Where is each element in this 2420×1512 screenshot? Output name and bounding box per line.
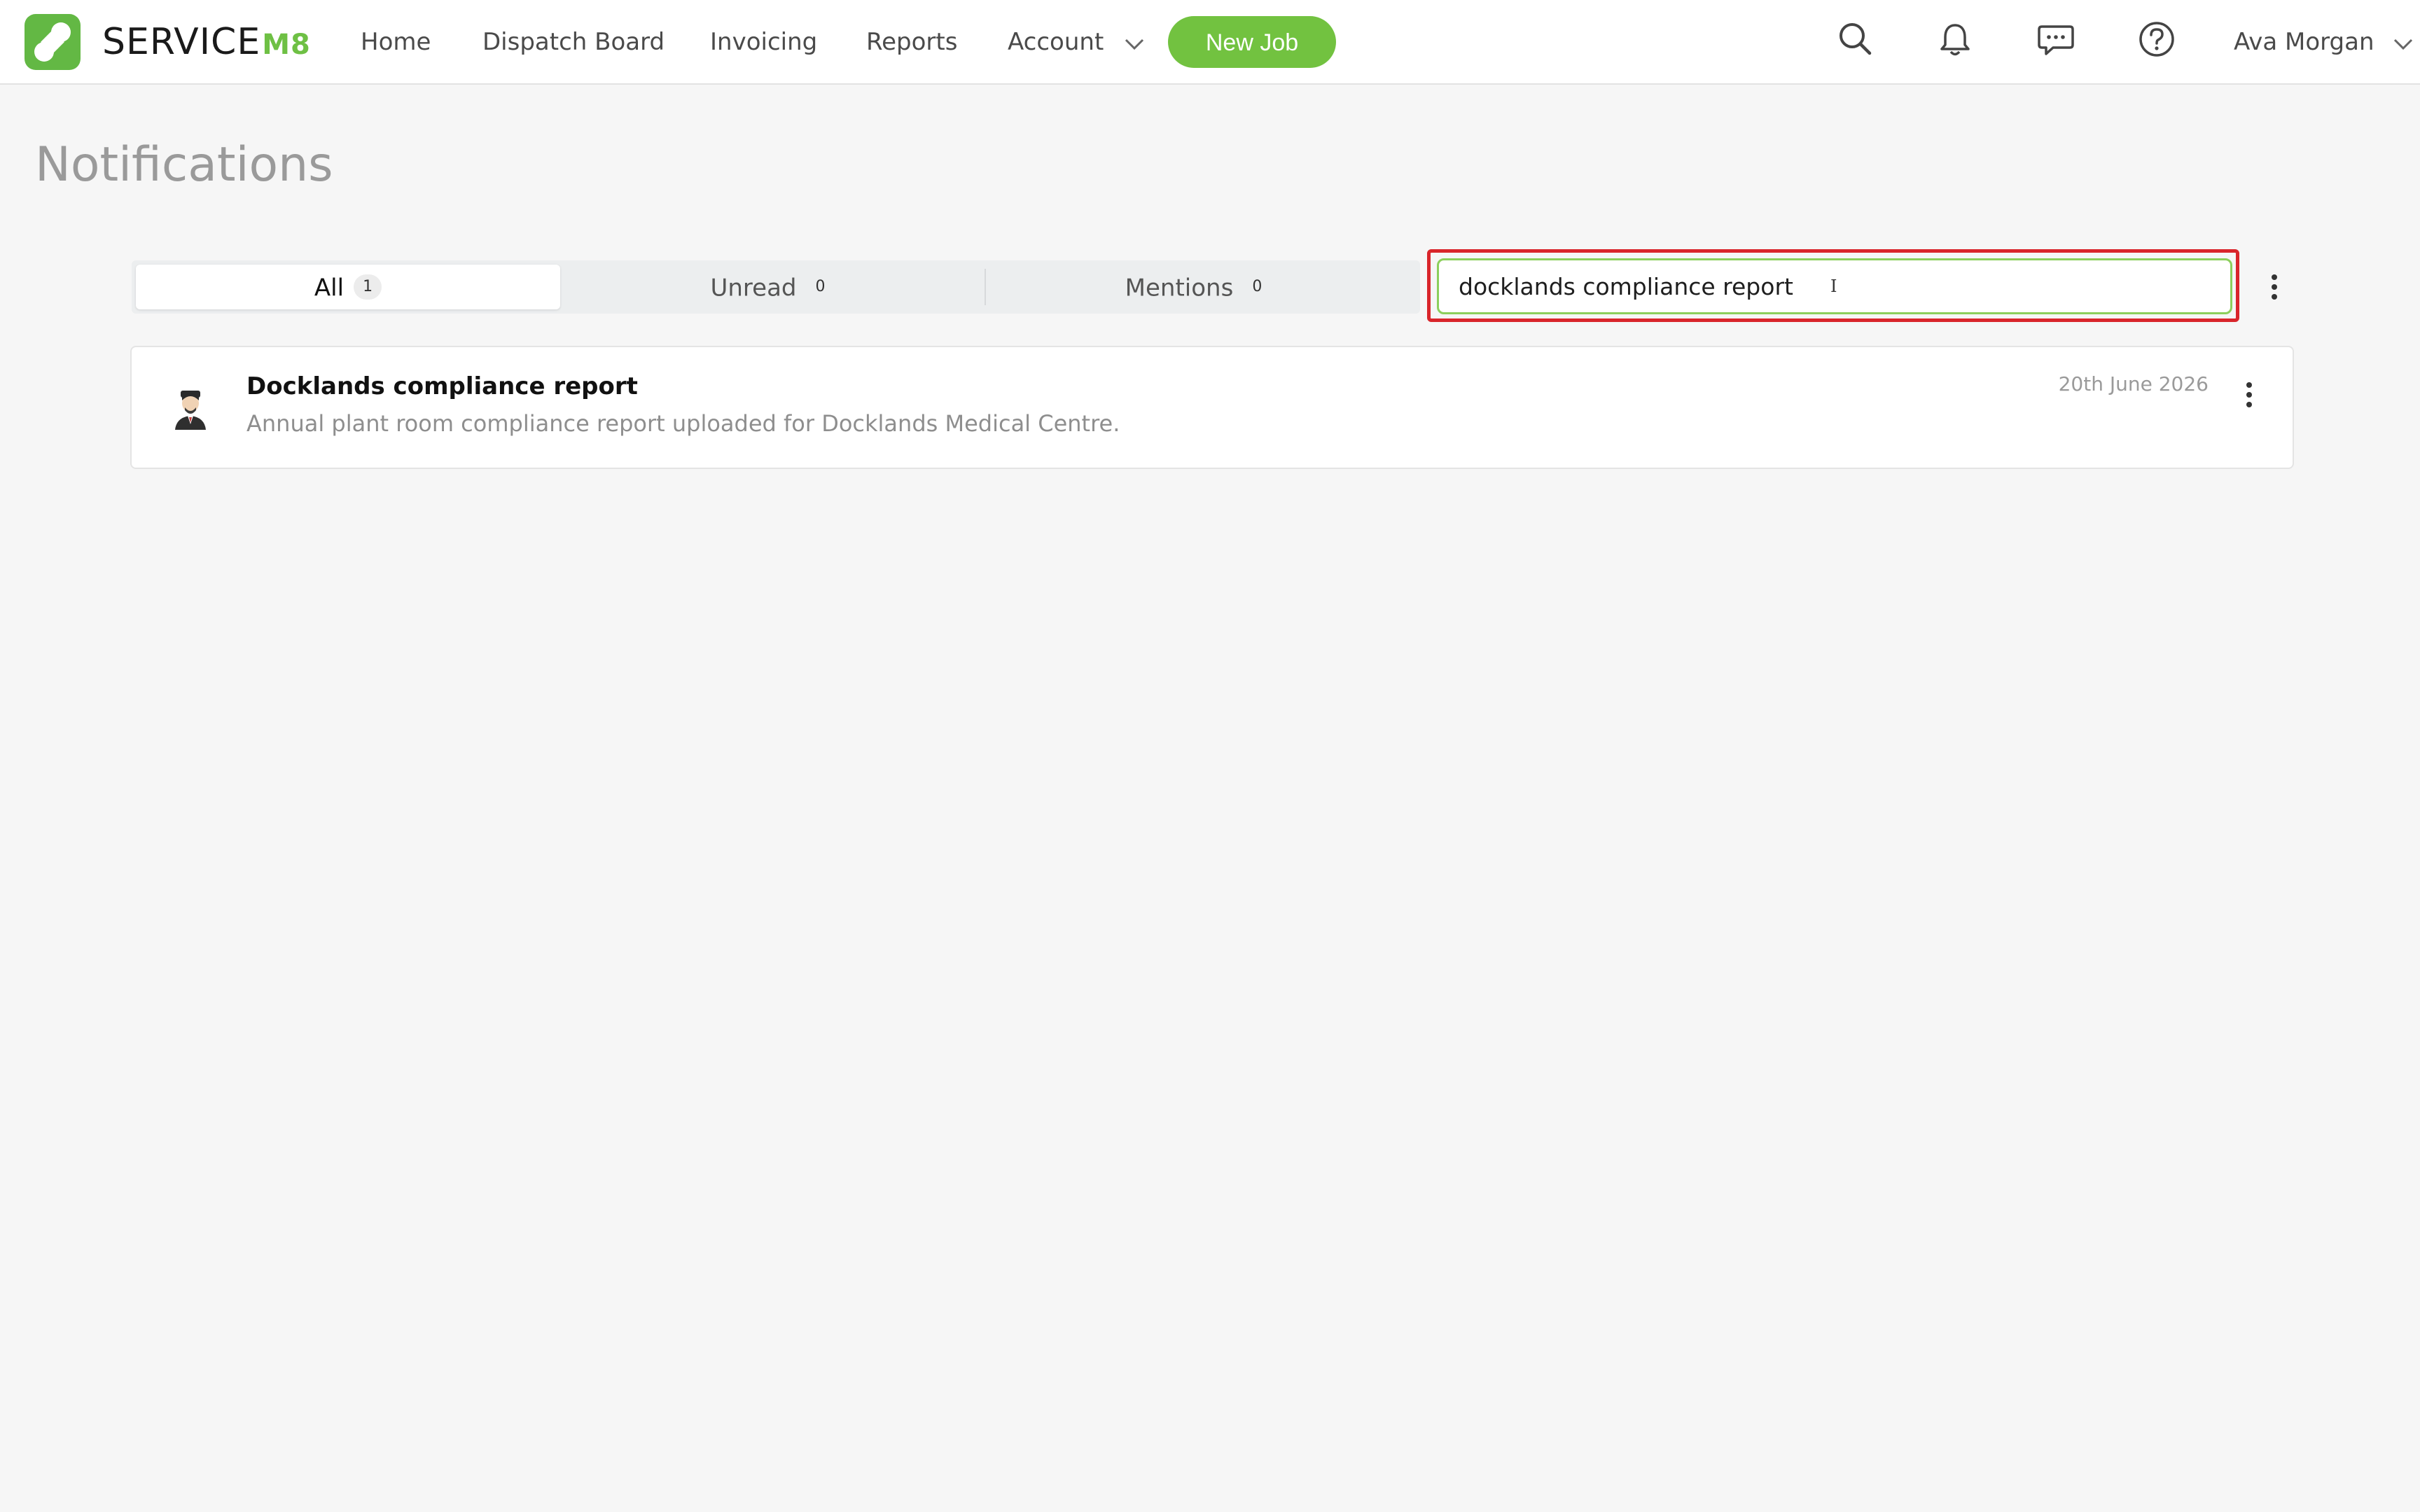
- page-title: Notifications: [35, 137, 333, 192]
- tab-label: All: [314, 274, 345, 302]
- tab-all[interactable]: All 1: [136, 265, 560, 309]
- tab-unread[interactable]: Unread 0: [560, 265, 985, 309]
- user-menu[interactable]: Ava Morgan: [2234, 21, 2414, 63]
- count-badge: 0: [1252, 277, 1263, 295]
- tab-label: Mentions: [1125, 274, 1234, 302]
- more-options-icon[interactable]: [2263, 267, 2286, 307]
- servicem8-logo-icon[interactable]: [25, 14, 81, 70]
- nav-account-menu[interactable]: Account: [1008, 21, 1145, 63]
- nav-home[interactable]: Home: [361, 21, 431, 63]
- notification-filter-tabs: All 1 Unread 0 Mentions 0: [132, 260, 1420, 314]
- help-icon[interactable]: [2136, 18, 2178, 60]
- notification-body: Annual plant room compliance report uplo…: [246, 410, 1120, 437]
- text-cursor-icon: I: [1830, 276, 1837, 296]
- new-job-button[interactable]: New Job: [1168, 16, 1336, 68]
- top-navigation-bar: SERVICEM8 Home Dispatch Board Invoicing …: [0, 0, 2420, 85]
- nav-dispatch-board[interactable]: Dispatch Board: [482, 21, 665, 63]
- nav-account-label: Account: [1008, 28, 1104, 56]
- nav-invoicing[interactable]: Invoicing: [710, 21, 817, 63]
- notification-item[interactable]: Docklands compliance report Annual plant…: [130, 346, 2294, 469]
- chevron-down-icon: [2393, 22, 2414, 64]
- chevron-down-icon: [1124, 22, 1145, 64]
- logo-wordmark: SERVICE: [102, 21, 261, 63]
- count-badge: 0: [815, 277, 826, 295]
- tab-mentions[interactable]: Mentions 0: [986, 265, 1410, 309]
- user-name: Ava Morgan: [2234, 28, 2374, 56]
- servicem8-logo-text: SERVICEM8: [102, 21, 311, 63]
- notification-title: Docklands compliance report: [246, 372, 638, 400]
- tab-label: Unread: [710, 274, 797, 302]
- person-avatar-icon: [168, 386, 213, 431]
- bell-icon[interactable]: [1934, 18, 1976, 60]
- nav-reports[interactable]: Reports: [866, 21, 957, 63]
- notification-date: 20th June 2026: [2058, 372, 2209, 396]
- search-icon[interactable]: [1835, 18, 1877, 60]
- chat-icon[interactable]: [2035, 18, 2077, 60]
- count-badge: 1: [354, 274, 382, 300]
- more-options-icon[interactable]: [2238, 375, 2260, 414]
- logo-wordmark-suffix: M8: [262, 29, 311, 61]
